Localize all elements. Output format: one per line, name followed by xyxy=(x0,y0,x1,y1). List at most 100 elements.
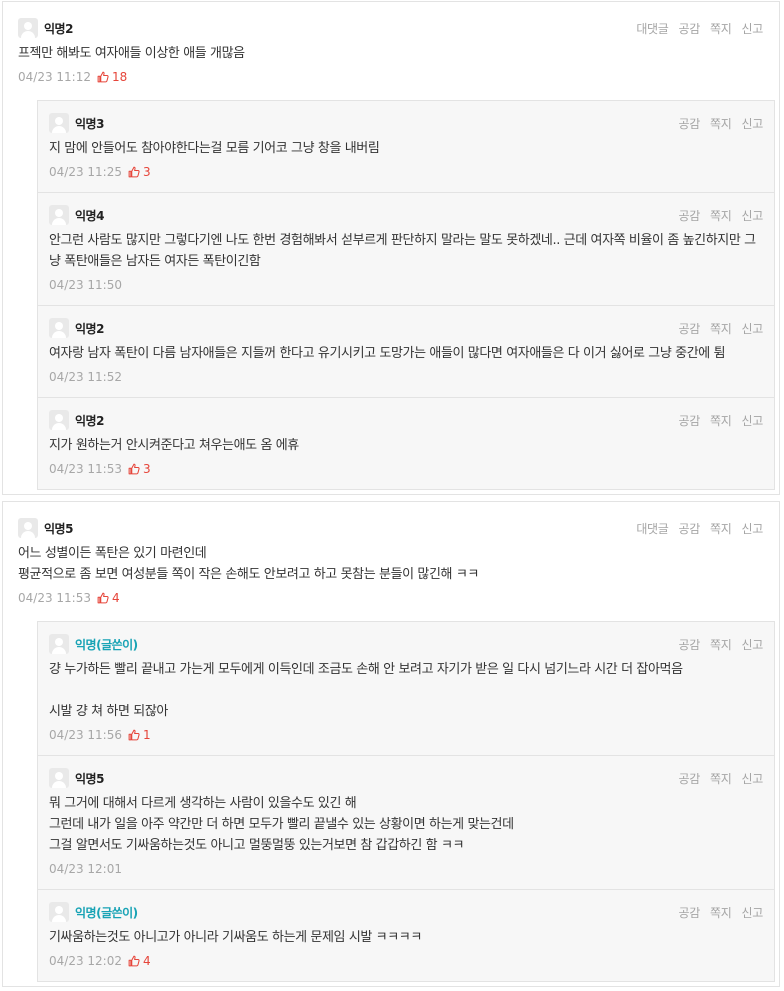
report-button[interactable]: 신고 xyxy=(742,636,764,653)
comment-header: 익명(글쓴이) 공감 쪽지 신고 xyxy=(49,633,763,655)
comment-meta: 04/23 11:53 4 xyxy=(18,589,763,607)
timestamp: 04/23 11:52 xyxy=(49,370,122,384)
comment-meta: 04/23 11:56 1 xyxy=(49,726,763,744)
message-button[interactable]: 쪽지 xyxy=(710,636,732,653)
message-button[interactable]: 쪽지 xyxy=(710,20,732,37)
author-name: 익명3 xyxy=(75,116,104,131)
comment-thread: 익명2 대댓글 공감 쪽지 신고 프젝만 해봐도 여자애들 이상한 애들 개많음 04/23… xyxy=(2,1,780,495)
like-count-value: 1 xyxy=(142,728,151,742)
comment-actions: 공감 쪽지 신고 xyxy=(679,320,764,337)
like-button[interactable]: 공감 xyxy=(679,207,701,224)
thumbs-up-icon xyxy=(128,463,140,475)
message-button[interactable]: 쪽지 xyxy=(710,115,732,132)
like-count-value: 3 xyxy=(142,462,151,476)
comment-meta: 04/23 12:02 4 xyxy=(49,952,763,970)
like-button[interactable]: 공감 xyxy=(679,20,701,37)
comment-meta: 04/23 11:50 xyxy=(49,276,763,294)
timestamp: 04/23 11:53 xyxy=(18,591,91,605)
comment-header: 익명5 대댓글 공감 쪽지 신고 xyxy=(18,517,763,539)
author-name: 익명(글쓴이) xyxy=(75,637,138,652)
comment-header: 익명5 공감 쪽지 신고 xyxy=(49,767,763,789)
message-button[interactable]: 쪽지 xyxy=(710,207,732,224)
report-button[interactable]: 신고 xyxy=(742,20,764,37)
report-button[interactable]: 신고 xyxy=(742,412,764,429)
comment-text: 여자랑 남자 폭탄이 다름 남자애들은 지들꺼 한다고 유기시키고 도망가는 애… xyxy=(49,346,726,361)
comment-text: 안그런 사람도 많지만 그렇다기엔 나도 한번 경험해봐서 섣부르게 판단하지 … xyxy=(49,233,756,269)
comment-text: 지가 원하는거 안시켜준다고 쳐우는애도 옴 에휴 xyxy=(49,438,299,453)
like-button[interactable]: 공감 xyxy=(679,320,701,337)
like-button[interactable]: 공감 xyxy=(679,520,701,537)
avatar-icon xyxy=(49,205,69,225)
message-button[interactable]: 쪽지 xyxy=(710,520,732,537)
avatar-icon xyxy=(49,113,69,133)
author-name: 익명(글쓴이) xyxy=(75,905,138,920)
reply-list: 익명3 공감 쪽지 신고 지 맘에 안들어도 참아야한다는걸 모름 기어코 그냥 창을 … xyxy=(37,100,775,490)
comment-actions: 공감 쪽지 신고 xyxy=(679,412,764,429)
thumbs-up-icon xyxy=(128,955,140,967)
avatar-icon xyxy=(18,518,38,538)
comment: 익명2 대댓글 공감 쪽지 신고프젝만 해봐도 여자애들 이상한 애들 개많음 04/23… xyxy=(3,2,779,86)
comment-actions: 공감 쪽지 신고 xyxy=(679,904,764,921)
comment-thread: 익명5 대댓글 공감 쪽지 신고 어느 성별이든 폭탄은 있기 마련인데 평균적으로 좀 … xyxy=(2,501,780,987)
like-button[interactable]: 공감 xyxy=(679,636,701,653)
message-button[interactable]: 쪽지 xyxy=(710,320,732,337)
comment-meta: 04/23 12:01 xyxy=(49,860,763,878)
comment-meta: 04/23 11:12 18 xyxy=(18,68,763,86)
comment-text: 뭐 그거에 대해서 다르게 생각하는 사람이 있을수도 있긴 해 그런데 내가 … xyxy=(49,796,514,853)
reply-comment: 익명5 공감 쪽지 신고뭐 그거에 대해서 다르게 생각하는 사람이 있을수도 있긴 … xyxy=(37,756,775,890)
comment-meta: 04/23 11:52 xyxy=(49,368,763,386)
avatar-icon xyxy=(49,634,69,654)
message-button[interactable]: 쪽지 xyxy=(710,770,732,787)
author-name: 익명2 xyxy=(75,321,104,336)
comment-text: 프젝만 해봐도 여자애들 이상한 애들 개많음 xyxy=(18,46,245,61)
like-count-value: 4 xyxy=(142,954,151,968)
report-button[interactable]: 신고 xyxy=(742,207,764,224)
comment-text: 어느 성별이든 폭탄은 있기 마련인데 평균적으로 좀 보면 여성분들 쪽이 작… xyxy=(18,546,479,582)
author-name: 익명2 xyxy=(75,413,104,428)
like-button[interactable]: 공감 xyxy=(679,904,701,921)
timestamp: 04/23 12:01 xyxy=(49,862,122,876)
author-name: 익명5 xyxy=(44,521,73,536)
reply-button[interactable]: 대댓글 xyxy=(636,20,669,37)
comment-meta: 04/23 11:25 3 xyxy=(49,163,763,181)
report-button[interactable]: 신고 xyxy=(742,770,764,787)
comment-header: 익명2 공감 쪽지 신고 xyxy=(49,409,763,431)
author-name: 익명5 xyxy=(75,771,104,786)
author-name: 익명2 xyxy=(44,21,73,36)
report-button[interactable]: 신고 xyxy=(742,904,764,921)
reply-comment: 익명3 공감 쪽지 신고 지 맘에 안들어도 참아야한다는걸 모름 기어코 그냥 창을 … xyxy=(37,100,775,193)
report-button[interactable]: 신고 xyxy=(742,320,764,337)
timestamp: 04/23 11:56 xyxy=(49,728,122,742)
message-button[interactable]: 쪽지 xyxy=(710,412,732,429)
avatar-icon xyxy=(49,318,69,338)
like-count: 1 xyxy=(128,728,151,742)
comment-actions: 공감 쪽지 신고 xyxy=(679,636,764,653)
avatar-icon xyxy=(49,902,69,922)
message-button[interactable]: 쪽지 xyxy=(710,904,732,921)
reply-comment: 익명(글쓴이) 공감 쪽지 신고 걍 누가하든 빨리 끝내고 가는게 모두에게 이득인데… xyxy=(37,621,775,756)
report-button[interactable]: 신고 xyxy=(742,520,764,537)
comment-actions: 공감 쪽지 신고 xyxy=(679,207,764,224)
like-button[interactable]: 공감 xyxy=(679,115,701,132)
comment-text: 기싸움하는것도 아니고가 아니라 기싸움도 하는게 문제임 시발 ㅋㅋㅋㅋ xyxy=(49,930,422,945)
like-button[interactable]: 공감 xyxy=(679,770,701,787)
avatar-icon xyxy=(18,18,38,38)
like-button[interactable]: 공감 xyxy=(679,412,701,429)
comment-header: 익명4 공감 쪽지 신고 xyxy=(49,204,763,226)
like-count: 4 xyxy=(128,954,151,968)
comment: 익명5 대댓글 공감 쪽지 신고어느 성별이든 폭탄은 있기 마련인데 평균적으로 좀 … xyxy=(3,502,779,607)
reply-comment: 익명4 공감 쪽지 신고 안그런 사람도 많지만 그렇다기엔 나도 한번 경험해봐서 섣… xyxy=(37,193,775,306)
timestamp: 04/23 12:02 xyxy=(49,954,122,968)
like-count-value: 3 xyxy=(142,165,151,179)
reply-button[interactable]: 대댓글 xyxy=(636,520,669,537)
timestamp: 04/23 11:53 xyxy=(49,462,122,476)
avatar-icon xyxy=(49,410,69,430)
thumbs-up-icon xyxy=(128,166,140,178)
report-button[interactable]: 신고 xyxy=(742,115,764,132)
reply-comment: 익명(글쓴이) 공감 쪽지 신고기싸움하는것도 아니고가 아니라 기싸움도 하는게 문… xyxy=(37,890,775,982)
comment-header: 익명3 공감 쪽지 신고 xyxy=(49,112,763,134)
like-count-value: 4 xyxy=(111,591,120,605)
timestamp: 04/23 11:25 xyxy=(49,165,122,179)
thumbs-up-icon xyxy=(97,592,109,604)
like-count: 3 xyxy=(128,462,151,476)
